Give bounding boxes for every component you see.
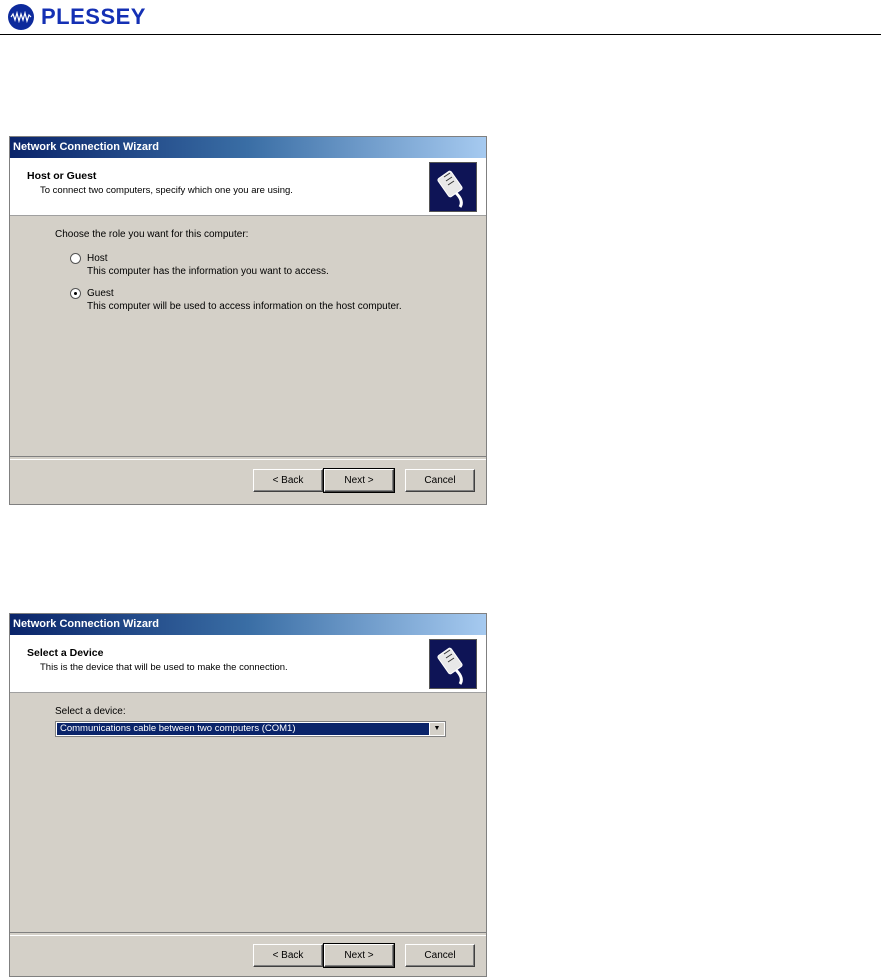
- next-button[interactable]: Next >: [323, 468, 395, 493]
- device-select-value: Communications cable between two compute…: [57, 723, 429, 735]
- dropdown-arrow-icon[interactable]: ▼: [429, 723, 444, 735]
- guest-label: Guest: [87, 288, 114, 299]
- cancel-button[interactable]: Cancel: [405, 469, 475, 492]
- window-titlebar[interactable]: Network Connection Wizard: [10, 614, 486, 635]
- back-button[interactable]: < Back: [253, 469, 323, 492]
- banner-title: Select a Device: [27, 647, 104, 659]
- banner-title: Host or Guest: [27, 170, 97, 182]
- host-label: Host: [87, 253, 108, 264]
- button-separator: [10, 932, 486, 936]
- button-separator: [10, 456, 486, 460]
- wizard-banner: Select a Device This is the device that …: [10, 635, 486, 693]
- next-button[interactable]: Next >: [323, 943, 395, 968]
- role-prompt: Choose the role you want for this comput…: [55, 229, 249, 240]
- plessey-logo-icon: [8, 4, 34, 30]
- network-cable-icon: [429, 639, 477, 689]
- device-select[interactable]: Communications cable between two compute…: [55, 721, 446, 737]
- host-radio[interactable]: [70, 253, 81, 264]
- wizard-banner: Host or Guest To connect two computers, …: [10, 158, 486, 216]
- cancel-button[interactable]: Cancel: [405, 944, 475, 967]
- banner-subtitle: To connect two computers, specify which …: [40, 185, 293, 196]
- brand-name: PLESSEY: [41, 4, 146, 29]
- device-prompt: Select a device:: [55, 706, 126, 717]
- wizard-window-host-or-guest: Network Connection Wizard Host or Guest …: [9, 136, 487, 505]
- guest-radio[interactable]: [70, 288, 81, 299]
- wizard-window-select-device: Network Connection Wizard Select a Devic…: [9, 613, 487, 977]
- network-cable-icon: [429, 162, 477, 212]
- window-titlebar[interactable]: Network Connection Wizard: [10, 137, 486, 158]
- back-button[interactable]: < Back: [253, 944, 323, 967]
- guest-option[interactable]: Guest This computer will be used to acce…: [70, 287, 402, 313]
- page-header: PLESSEY: [8, 4, 146, 30]
- guest-description: This computer will be used to access inf…: [87, 301, 402, 312]
- host-description: This computer has the information you wa…: [87, 266, 329, 277]
- header-divider: [0, 34, 881, 35]
- banner-subtitle: This is the device that will be used to …: [40, 662, 288, 673]
- host-option[interactable]: Host This computer has the information y…: [70, 252, 329, 278]
